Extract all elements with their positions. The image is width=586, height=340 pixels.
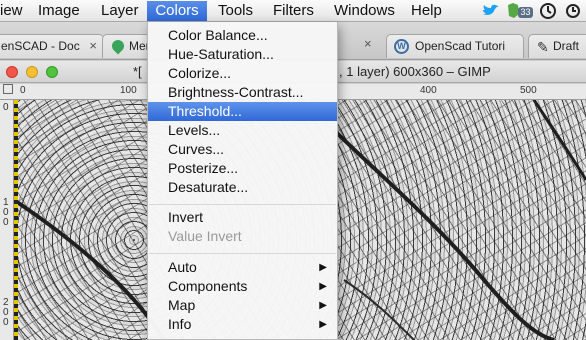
wordpress-icon: W	[394, 39, 409, 54]
menu-item-label: Auto	[168, 259, 197, 275]
ruler-tick: 500	[520, 85, 537, 96]
menu-windows[interactable]: Windows	[328, 1, 401, 21]
menu-item-value-invert: Value Invert	[168, 228, 242, 244]
menu-item-brightness-contrast[interactable]: Brightness-Contrast...	[148, 83, 337, 102]
menu-item-map[interactable]: Map ▶	[148, 296, 337, 315]
menu-item-label: Map	[168, 297, 196, 313]
menu-bar: iew Image Layer Colors Tools Filters Win…	[0, 0, 586, 22]
zoom-window-button[interactable]	[46, 66, 58, 78]
twitter-icon[interactable]	[481, 2, 501, 20]
menu-image[interactable]: Image	[32, 1, 86, 21]
sync-icon[interactable]	[539, 2, 557, 20]
menu-tools[interactable]: Tools	[212, 1, 259, 21]
tab-openscad-doc[interactable]: enSCAD - Doc ×	[0, 34, 104, 58]
ruler-tick: 0	[20, 85, 26, 96]
tab-label: OpenScad Tutori	[415, 39, 506, 53]
menu-item-label: Info	[168, 316, 192, 332]
submenu-arrow-icon: ▶	[319, 281, 327, 292]
menu-item-color-balance[interactable]: Color Balance...	[148, 26, 337, 45]
close-icon[interactable]: ×	[364, 36, 372, 51]
menu-item-levels[interactable]: Levels...	[148, 121, 337, 140]
timemachine-icon[interactable]	[563, 2, 583, 20]
tab-openscad-tutorial[interactable]: W OpenScad Tutori	[386, 34, 524, 58]
submenu-arrow-icon: ▶	[319, 319, 327, 330]
menu-help[interactable]: Help	[405, 1, 448, 21]
tab-label: Draft	[553, 39, 580, 53]
menu-item-info[interactable]: Info ▶	[148, 315, 337, 334]
ruler-tick: 400	[420, 85, 437, 96]
menu-item-desaturate[interactable]: Desaturate...	[148, 178, 337, 197]
menu-separator	[149, 204, 336, 205]
badge-count: 33	[518, 7, 533, 18]
selection-marching-ants	[14, 100, 18, 340]
menu-layer[interactable]: Layer	[95, 1, 145, 21]
menu-item-posterize[interactable]: Posterize...	[148, 159, 337, 178]
window-title-start: *[	[133, 64, 142, 79]
menu-item-curves[interactable]: Curves...	[148, 140, 337, 159]
edit-icon: ✎	[537, 39, 549, 55]
tab-mer[interactable]: Mer	[102, 34, 150, 58]
menu-item-threshold[interactable]: Threshold...	[148, 102, 337, 121]
menu-item-components[interactable]: Components ▶	[148, 277, 337, 296]
ruler-tick: 1 0 0	[3, 197, 9, 228]
close-icon[interactable]: ×	[89, 35, 97, 57]
menu-item-invert[interactable]: Invert	[148, 208, 337, 227]
submenu-arrow-icon: ▶	[319, 300, 327, 311]
ruler-tick: 0	[3, 102, 9, 113]
tab-label: enSCAD - Doc	[1, 39, 80, 53]
vertical-ruler[interactable]: 0 1 0 0 2 0 0	[0, 100, 14, 340]
minimize-window-button[interactable]	[26, 66, 38, 78]
quickmask-icon[interactable]	[3, 84, 13, 94]
leaf-icon	[109, 37, 127, 55]
ruler-tick: 2 0 0	[3, 297, 9, 328]
window-title: , 1 layer) 600x360 – GIMP	[339, 64, 491, 79]
submenu-arrow-icon: ▶	[319, 262, 327, 273]
tab-draft[interactable]: ✎ Draft	[528, 34, 586, 58]
menu-colors[interactable]: Colors	[147, 1, 207, 21]
menu-item-label: Components	[168, 278, 248, 294]
menu-item-auto[interactable]: Auto ▶	[148, 258, 337, 277]
menu-view[interactable]: iew	[0, 1, 29, 21]
ruler-tick: 100	[120, 85, 137, 96]
menu-filters[interactable]: Filters	[267, 1, 320, 21]
close-window-button[interactable]	[6, 66, 18, 78]
menu-separator	[149, 253, 336, 254]
menu-item-hue-saturation[interactable]: Hue-Saturation...	[148, 45, 337, 64]
colors-menu: Color Balance... Hue-Saturation... Color…	[147, 22, 338, 340]
menu-item-colorize[interactable]: Colorize...	[148, 64, 337, 83]
